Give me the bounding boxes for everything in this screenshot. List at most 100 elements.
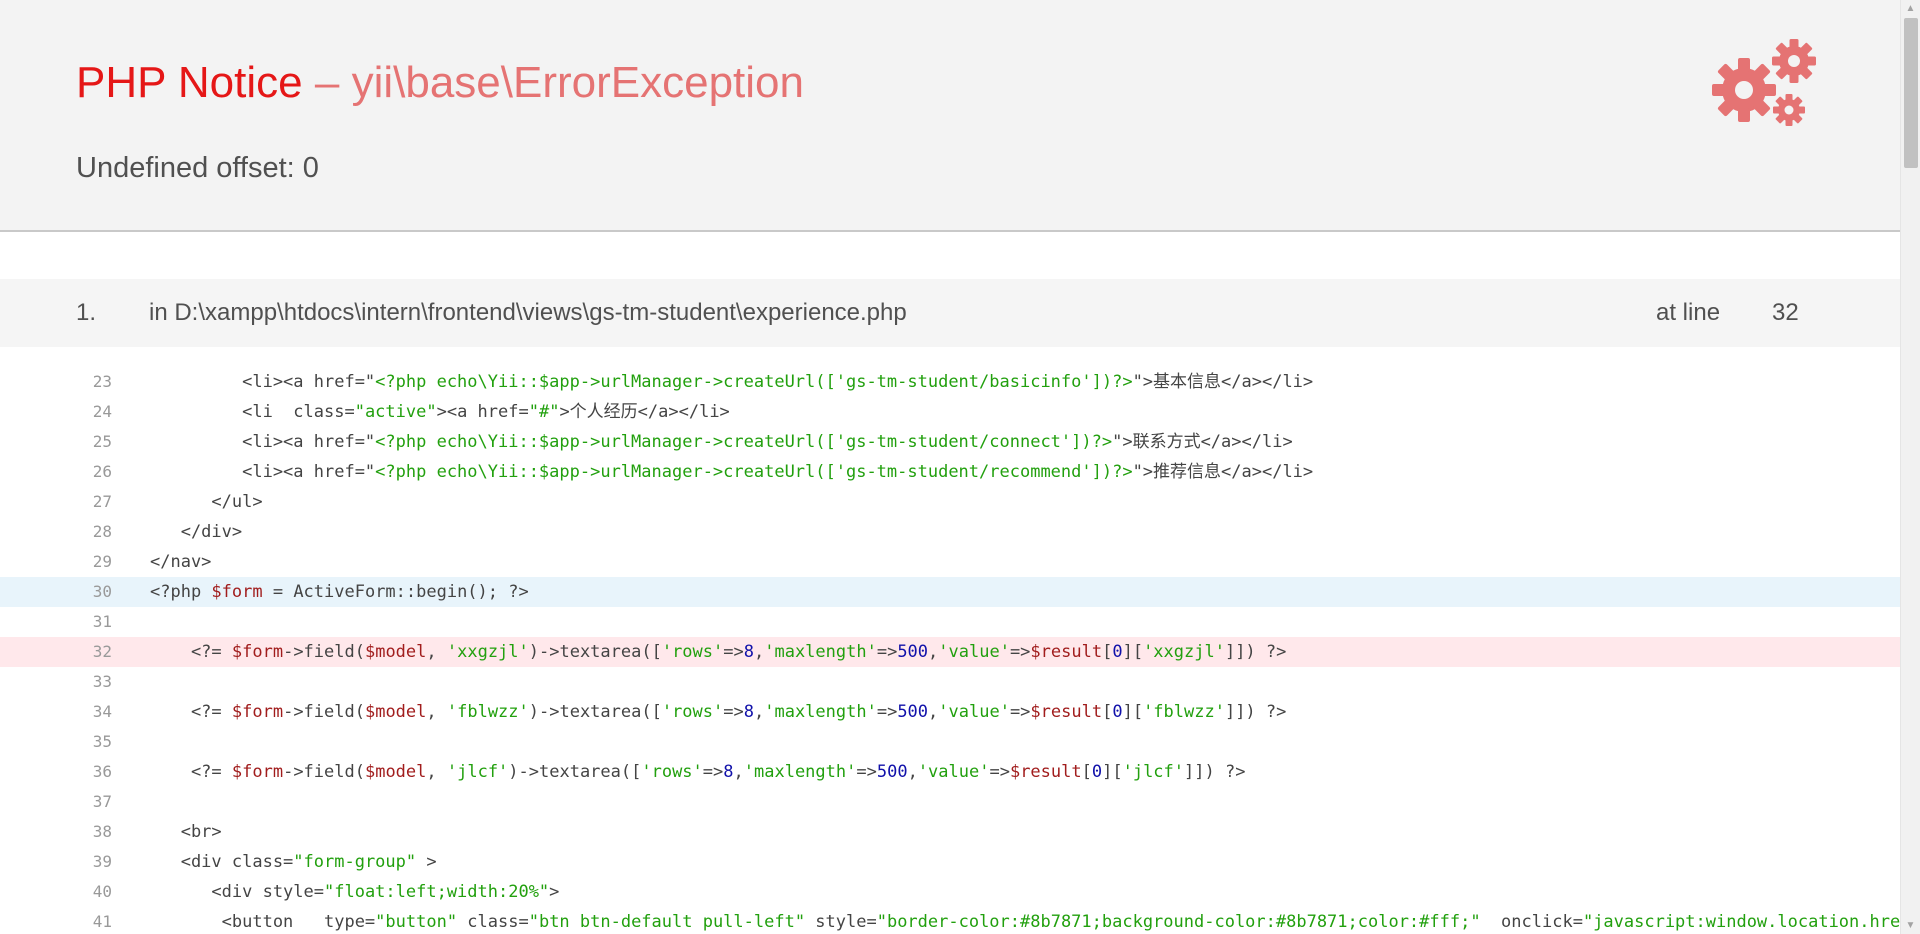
gears-icon — [1712, 39, 1816, 126]
code-token: "button" — [375, 912, 458, 932]
line-number: 32 — [92, 642, 112, 661]
code-token: 0 — [1091, 762, 1103, 782]
code-token: , — [753, 642, 765, 662]
line-number: 28 — [92, 522, 112, 541]
code-line: 41 <button type="button" class="btn btn-… — [0, 907, 1900, 934]
line-source: </ul> — [150, 487, 262, 517]
code-token: )->textarea([ — [528, 642, 662, 662]
code-token: [ — [1102, 702, 1113, 722]
code-token: >个人经历</a></li> — [559, 402, 730, 422]
code-line: 39 <div class="form-group" > — [0, 847, 1900, 877]
code-line-error: 32 <?= $form->field($model, 'xxgzjl')->t… — [0, 637, 1900, 667]
code-line: 36 <?= $form->field($model, 'jlcf')->tex… — [0, 757, 1900, 787]
code-token: <div class= — [150, 852, 294, 872]
code-line: 29 </nav> — [0, 547, 1900, 577]
code-token: ">联系方式</a></li> — [1112, 432, 1293, 452]
code-token: ][ — [1102, 762, 1123, 782]
at-line-label: at line — [1656, 299, 1721, 326]
code-token: 'fblwzz' — [1143, 702, 1225, 722]
code-token: [ — [1081, 762, 1092, 782]
error-page: PHP Notice – yii\base\ErrorException Und… — [0, 0, 1900, 934]
line-number: 33 — [92, 672, 112, 691]
exception-class: yii\base\ErrorException — [351, 58, 804, 107]
code-token: = ActiveForm::begin(); ?> — [262, 582, 529, 602]
code-token: <?php — [150, 582, 212, 602]
code-line: 35 — [0, 727, 1900, 757]
code-token: 'rows' — [661, 702, 724, 722]
code-token: 'xxgzjl' — [1143, 642, 1225, 662]
code-line: 37 — [0, 787, 1900, 817]
code-token: 8 — [743, 642, 754, 662]
code-token: $form — [231, 702, 284, 722]
code-token: ]]) ?> — [1224, 702, 1287, 722]
code-token: <li><a href=" — [150, 372, 376, 392]
line-number: 27 — [92, 492, 112, 511]
code-token: , — [426, 642, 447, 662]
line-number: 37 — [92, 792, 112, 811]
code-line: 34 <?= $form->field($model, 'fblwzz')->t… — [0, 697, 1900, 727]
code-token: => — [989, 762, 1010, 782]
code-token: 8 — [723, 762, 734, 782]
code-token: <?php echo\Yii::$app->urlManager->create… — [375, 432, 1113, 452]
code-token: onclick= — [1480, 912, 1583, 932]
vertical-scrollbar[interactable]: ▲ ▼ — [1900, 0, 1920, 934]
scroll-up-arrow-icon[interactable]: ▲ — [1901, 0, 1920, 17]
code-token: $result — [1009, 762, 1082, 782]
code-token: ][ — [1122, 702, 1144, 722]
code-token: ">基本信息</a></li> — [1132, 372, 1314, 392]
code-token: => — [723, 702, 744, 722]
code-token: > — [549, 882, 560, 902]
scroll-down-arrow-icon[interactable]: ▼ — [1901, 917, 1920, 934]
code-token: 500 — [876, 762, 908, 782]
code-token: "float:left;width:20%" — [324, 882, 550, 902]
code-token: => — [1009, 702, 1031, 722]
title-separator: – — [314, 58, 340, 107]
code-token: )->textarea([ — [528, 702, 662, 722]
code-token: "javascript:window.location.href='bas — [1582, 912, 1900, 932]
code-token: , — [928, 702, 939, 722]
line-source: <?php $form = ActiveForm::begin(); ?> — [150, 577, 529, 607]
line-number: 38 — [92, 822, 112, 841]
code-token: <?php echo\Yii::$app->urlManager->create… — [375, 462, 1133, 482]
line-source: <li><a href="<?php echo\Yii::$app->urlMa… — [150, 457, 1313, 487]
code-token: $result — [1030, 702, 1103, 722]
code-token: <?= — [150, 642, 232, 662]
code-token: $form — [211, 582, 263, 602]
line-source: </div> — [150, 517, 242, 547]
code-token: => — [1009, 642, 1031, 662]
code-token: $result — [1030, 642, 1103, 662]
line-source: <li><a href="<?php echo\Yii::$app->urlMa… — [150, 427, 1293, 457]
code-token: 'maxlength' — [764, 702, 877, 722]
code-token: ]]) ?> — [1184, 762, 1246, 782]
code-token: , — [928, 642, 939, 662]
line-number: 31 — [92, 612, 112, 631]
code-line: 38 <br> — [0, 817, 1900, 847]
code-token: $form — [231, 762, 284, 782]
line-number: 41 — [92, 912, 112, 931]
code-token: , — [907, 762, 918, 782]
code-token: 'value' — [938, 702, 1010, 722]
line-source: <button type="button" class="btn btn-def… — [150, 907, 1900, 934]
code-token: [ — [1102, 642, 1113, 662]
call-index: 1. — [76, 299, 97, 326]
call-stack-item-header[interactable]: 1. in D:\xampp\htdocs\intern\frontend\vi… — [0, 279, 1900, 347]
code-token: => — [702, 762, 724, 782]
code-token: $form — [231, 642, 284, 662]
code-token: ">推荐信息</a></li> — [1132, 462, 1314, 482]
code-token: ]]) ?> — [1224, 642, 1287, 662]
scrollbar-thumb[interactable] — [1904, 18, 1918, 168]
code-token: </div> — [150, 522, 243, 542]
call-line-number: 32 — [1772, 299, 1799, 326]
code-token: ][ — [1122, 642, 1144, 662]
line-number: 40 — [92, 882, 112, 901]
code-token: class= — [457, 912, 529, 932]
code-line: 33 — [0, 667, 1900, 697]
code-token: <?= — [150, 762, 232, 782]
code-token: , — [426, 702, 447, 722]
code-token: 'maxlength' — [743, 762, 857, 782]
code-line: 26 <li><a href="<?php echo\Yii::$app->ur… — [0, 457, 1900, 487]
code-token: <li><a href=" — [150, 432, 376, 452]
code-token: </nav> — [150, 552, 212, 572]
code-token: > — [416, 852, 437, 872]
code-token: <li><a href=" — [150, 462, 376, 482]
